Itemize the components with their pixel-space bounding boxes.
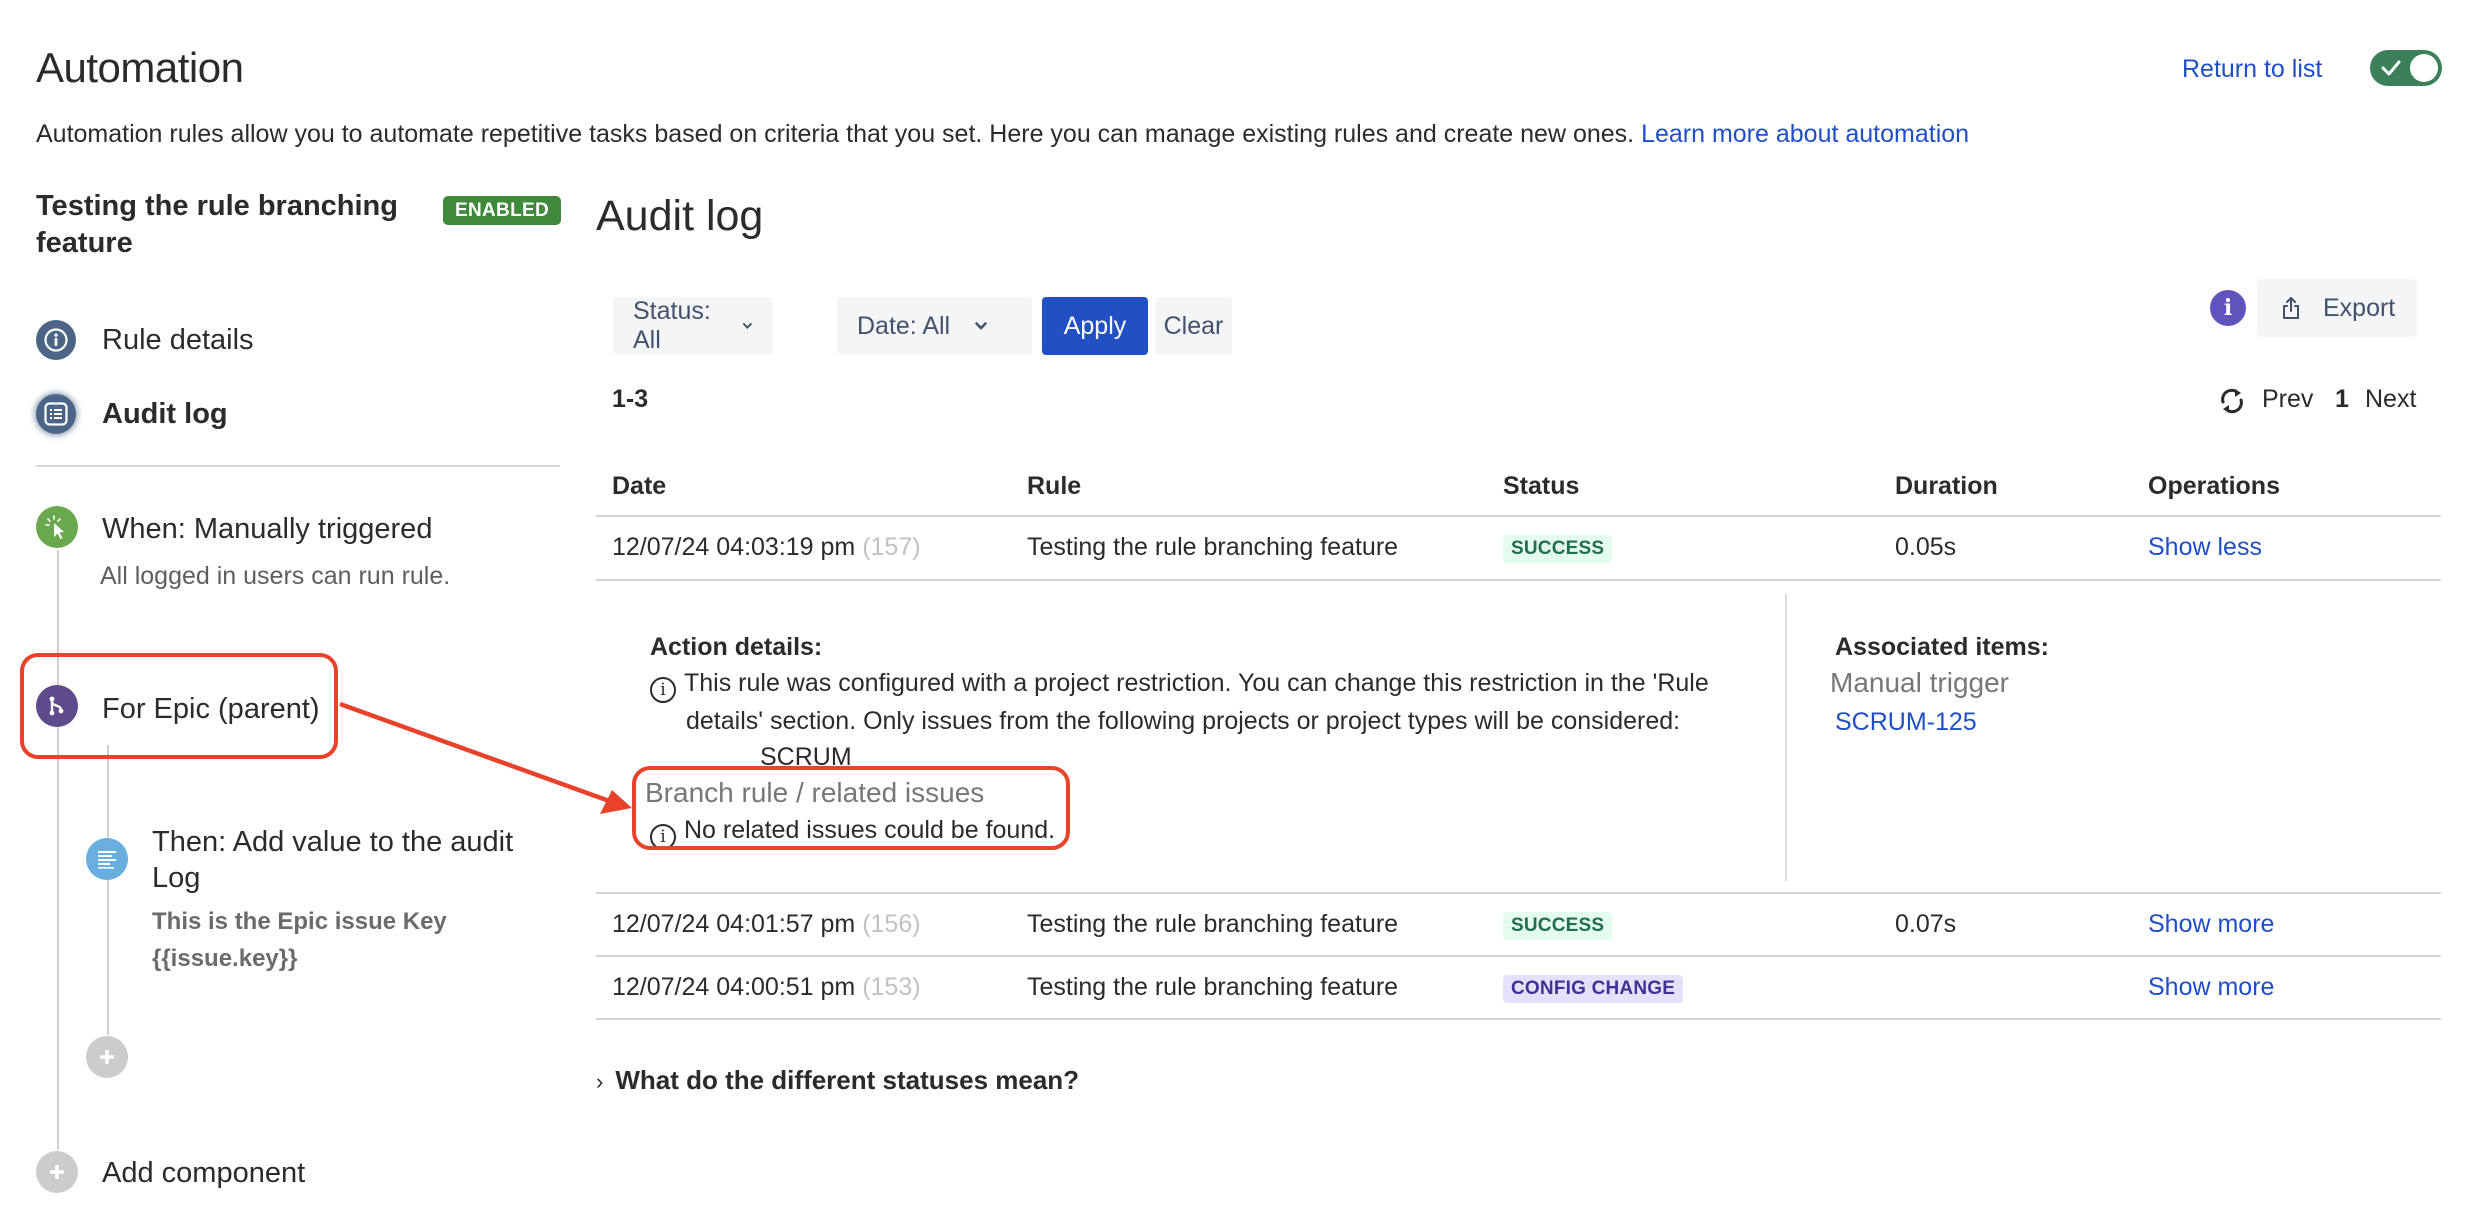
- annotation-arrow: [339, 701, 632, 814]
